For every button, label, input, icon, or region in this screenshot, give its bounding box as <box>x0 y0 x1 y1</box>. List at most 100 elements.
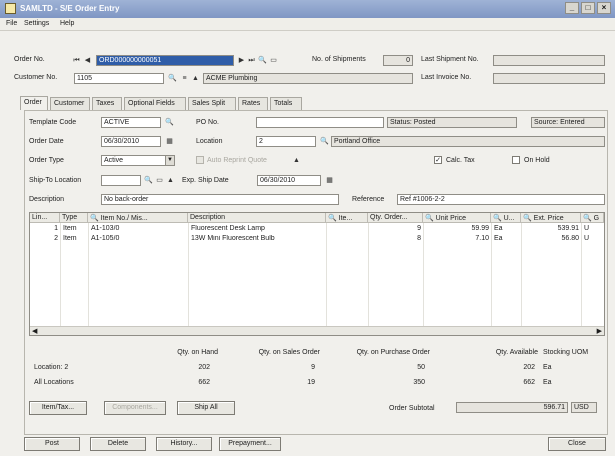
row-description: Fluorescent Desk Lamp <box>191 225 265 232</box>
customer-finder-icon[interactable]: 🔍 <box>168 74 177 83</box>
horizontal-scrollbar[interactable]: ◀ ▶ <box>30 326 604 335</box>
chevron-down-icon[interactable]: ▼ <box>165 156 174 165</box>
post-button[interactable]: Post <box>24 437 80 451</box>
reference-field[interactable]: Ref #1006-2-2 <box>397 194 605 205</box>
description-label: Description <box>29 196 65 203</box>
scroll-left-icon[interactable]: ◀ <box>32 327 37 335</box>
col-type[interactable]: Type <box>60 213 88 223</box>
calendar-icon[interactable]: ▦ <box>165 137 174 146</box>
minimize-button[interactable]: _ <box>565 2 579 14</box>
tab-taxes[interactable]: Taxes <box>92 97 122 110</box>
close-window-button[interactable]: × <box>597 2 611 14</box>
menu-settings[interactable]: Settings <box>24 20 49 27</box>
row-type: Item <box>63 235 77 242</box>
last-invoice-label: Last Invoice No. <box>421 74 472 81</box>
col-unit-price[interactable]: 🔍 Unit Price <box>423 213 491 223</box>
ship-to-label: Ship-To Location <box>29 177 82 184</box>
col-g[interactable]: 🔍 G <box>581 213 604 223</box>
col-finder-icon[interactable]: 🔍 <box>328 215 339 222</box>
tab-order[interactable]: Order <box>20 96 48 110</box>
ship-to-new-icon[interactable]: ▭ <box>155 176 164 185</box>
tab-sales-split[interactable]: Sales Split <box>188 97 236 110</box>
location-code-field[interactable]: 2 <box>256 136 316 147</box>
col-unit-price-label: Unit Price <box>435 215 467 222</box>
col-ext-price[interactable]: 🔍 Ext. Price <box>521 213 581 223</box>
tab-totals[interactable]: Totals <box>270 97 302 110</box>
row-qty: 8 <box>417 235 421 242</box>
prepayment-button[interactable]: Prepayment... <box>219 437 281 451</box>
scroll-right-icon[interactable]: ▶ <box>597 327 602 335</box>
maximize-button[interactable]: □ <box>581 2 595 14</box>
summary-value: 9 <box>311 364 315 371</box>
col-item-finder-icon[interactable]: 🔍 <box>90 215 101 222</box>
ship-calendar-icon[interactable]: ▦ <box>325 176 334 185</box>
exp-ship-date-field[interactable]: 06/30/2010 <box>257 175 321 186</box>
summary-col-purchase-order: Qty. on Purchase Order <box>356 349 430 356</box>
col-item-label: Item No./ Mis... <box>100 215 148 222</box>
next-record-icon[interactable]: ▶ <box>237 56 246 65</box>
col-uom-finder-icon[interactable]: 🔍 <box>493 215 504 222</box>
on-hold-checkbox[interactable] <box>512 156 520 164</box>
ship-to-field[interactable] <box>101 175 141 186</box>
tab-customer[interactable]: Customer <box>50 97 90 110</box>
col-item-finder[interactable]: 🔍 Ite... <box>326 213 368 223</box>
row-line: 2 <box>54 235 58 242</box>
currency-field: USD <box>571 402 597 413</box>
col-g-finder-icon[interactable]: 🔍 <box>583 215 594 222</box>
col-uom[interactable]: 🔍 U... <box>491 213 521 223</box>
auto-reprint-checkbox <box>196 156 204 164</box>
menu-help[interactable]: Help <box>60 20 74 27</box>
menu-file[interactable]: File <box>6 20 17 27</box>
finder-icon[interactable]: 🔍 <box>258 56 267 65</box>
last-record-icon[interactable]: ⏭ <box>247 56 256 65</box>
template-code-field[interactable]: ACTIVE <box>101 117 161 128</box>
delete-button[interactable]: Delete <box>90 437 146 451</box>
item-tax-button[interactable]: Item/Tax... <box>29 401 87 415</box>
summary-row-label: Location: 2 <box>34 364 69 371</box>
previous-record-icon[interactable]: ◀ <box>83 56 92 65</box>
auto-reprint-label: Auto Reprint Quote <box>207 157 267 164</box>
po-no-label: PO No. <box>196 119 219 126</box>
col-price-finder-icon[interactable]: 🔍 <box>425 215 436 222</box>
order-date-field[interactable]: 06/30/2010 <box>101 136 161 147</box>
ship-to-finder-icon[interactable]: 🔍 <box>144 176 153 185</box>
summary-col-available: Qty. Available <box>495 349 538 356</box>
customer-drilldown-icon[interactable]: ▲ <box>191 74 200 83</box>
col-qty-ordered[interactable]: Qty. Order... <box>368 213 423 223</box>
source-field: Source: Entered <box>531 117 605 128</box>
drilldown-icon[interactable]: ▲ <box>292 156 301 165</box>
description-field[interactable]: No back-order <box>101 194 339 205</box>
row-type: Item <box>63 225 77 232</box>
customer-zoom-icon[interactable]: ≡ <box>180 74 189 83</box>
last-shipment-label: Last Shipment No. <box>421 56 479 63</box>
template-finder-icon[interactable]: 🔍 <box>165 118 174 127</box>
first-record-icon[interactable]: ⏮ <box>72 56 81 65</box>
order-no-field[interactable]: ORD000000000051 <box>96 55 234 66</box>
tab-optional-fields[interactable]: Optional Fields <box>124 97 186 110</box>
col-line[interactable]: Lin... <box>30 213 60 223</box>
summary-value: 662 <box>198 379 210 386</box>
location-label: Location <box>196 138 223 145</box>
customer-no-field[interactable]: 1105 <box>74 73 164 84</box>
new-document-icon[interactable]: ▭ <box>269 56 278 65</box>
close-button[interactable]: Close <box>548 437 606 451</box>
row-g: U <box>584 225 590 232</box>
col-description[interactable]: Description <box>188 213 326 223</box>
on-hold-label: On Hold <box>524 157 550 164</box>
history-button[interactable]: History... <box>156 437 212 451</box>
order-type-select[interactable]: Active ▼ <box>101 155 175 166</box>
ship-to-drilldown-icon[interactable]: ▲ <box>166 176 175 185</box>
row-unit-price: 59.99 <box>471 225 489 232</box>
po-no-field[interactable] <box>256 117 384 128</box>
col-ext-finder-icon[interactable]: 🔍 <box>523 215 534 222</box>
col-item[interactable]: 🔍 Item No./ Mis... <box>88 213 188 223</box>
order-type-value: Active <box>104 157 124 164</box>
tab-rates[interactable]: Rates <box>238 97 268 110</box>
last-shipment-field <box>493 55 605 66</box>
row-g: U <box>584 235 590 242</box>
ship-all-button[interactable]: Ship All <box>177 401 235 415</box>
row-qty: 9 <box>417 225 421 232</box>
location-finder-icon[interactable]: 🔍 <box>320 137 329 146</box>
calc-tax-checkbox[interactable]: ✓ <box>434 156 442 164</box>
order-lines-grid[interactable]: Lin... Type 🔍 Item No./ Mis... Descripti… <box>29 212 605 336</box>
